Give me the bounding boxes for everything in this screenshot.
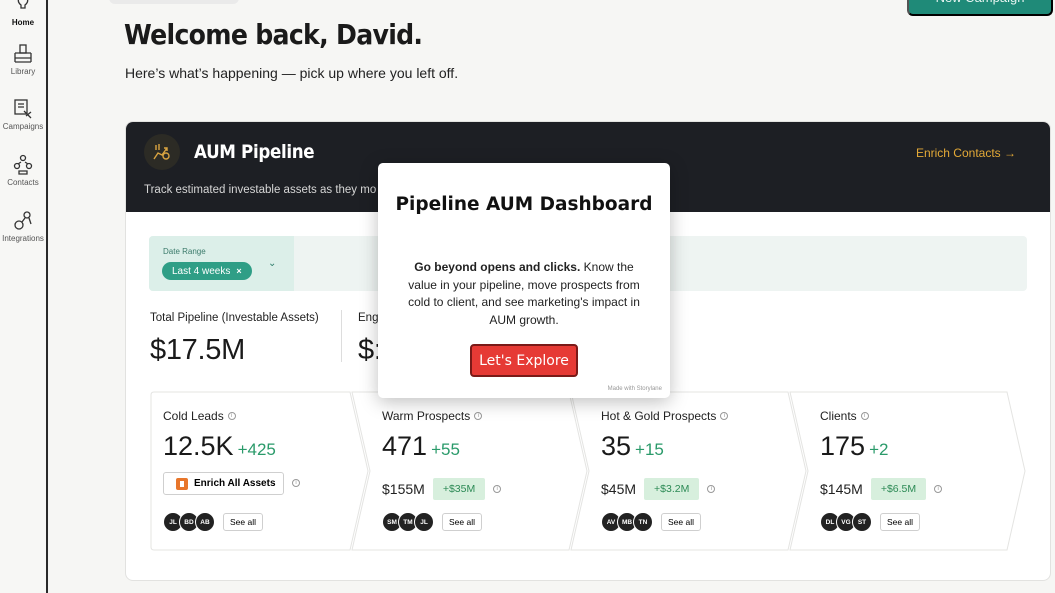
made-with-storylane[interactable]: Made with Storylane — [608, 386, 662, 392]
sidebar-item-label: Library — [10, 67, 36, 76]
see-all-button[interactable]: See all — [223, 513, 263, 531]
date-range-label: Date Range — [163, 247, 206, 256]
amount-delta-badge: +$35M — [432, 478, 486, 500]
info-icon[interactable]: i — [292, 479, 300, 487]
chip-label: Last 4 weeks — [172, 265, 231, 277]
info-icon[interactable]: i — [474, 412, 483, 420]
avatar-group: JL BD AB See all — [163, 512, 263, 532]
engagement-label: Eng — [358, 312, 379, 324]
amount-delta-badge: +$6.5M — [870, 478, 927, 500]
stage-name-text: Cold Leads — [163, 409, 224, 423]
stage-count: 35 +15 — [601, 431, 664, 462]
sidebar-item-label: Home — [11, 18, 35, 27]
stage-count: 12.5K +425 — [163, 431, 276, 462]
count-delta: +425 — [237, 440, 276, 459]
total-pipeline-label: Total Pipeline (Investable Assets) — [150, 312, 319, 324]
campaigns-icon — [14, 99, 32, 119]
modal-title: Pipeline AUM Dashboard — [395, 194, 653, 215]
avatar[interactable]: ST — [852, 512, 872, 532]
stage-amount: $45M +$3.2M i — [601, 478, 716, 500]
modal-body: Go beyond opens and clicks. Know the val… — [400, 259, 648, 329]
info-icon[interactable]: i — [707, 485, 716, 493]
info-icon[interactable]: i — [227, 412, 236, 420]
top-tab[interactable] — [109, 0, 239, 4]
info-icon[interactable]: i — [860, 412, 869, 420]
sidebar-item-integrations[interactable]: Integrations — [0, 210, 46, 243]
sidebar-item-label: Campaigns — [2, 122, 44, 131]
see-all-button[interactable]: See all — [880, 513, 920, 531]
stage-count: 471 +55 — [382, 431, 460, 462]
chart-money-icon — [144, 134, 180, 170]
info-icon[interactable]: i — [720, 412, 729, 420]
page-subtitle: Here’s what’s happening — pick up where … — [125, 65, 459, 81]
stage-name: Cold Leads i — [163, 409, 236, 423]
sidebar-item-campaigns[interactable]: Campaigns — [0, 98, 46, 131]
integrations-icon — [14, 211, 32, 230]
stage-name: Clients i — [820, 409, 869, 423]
tour-modal: Pipeline AUM Dashboard Go beyond opens a… — [378, 163, 670, 398]
avatar-group: DL VG ST See all — [820, 512, 920, 532]
stage-clients[interactable]: Clients i 175 +2 $145M +$6.5M i DL VG ST See… — [807, 391, 1022, 551]
total-pipeline-value: $17.5M — [150, 334, 245, 366]
enrich-button-label: Enrich All Assets — [194, 478, 276, 489]
count-value: 471 — [382, 431, 428, 461]
avatar[interactable]: TN — [633, 512, 653, 532]
date-range-filter[interactable]: Date Range Last 4 weeks × ⌄ — [149, 236, 294, 291]
contacts-icon — [13, 154, 33, 175]
see-all-button[interactable]: See all — [442, 513, 482, 531]
stage-name: Hot & Gold Prospects i — [601, 409, 729, 423]
stage-name: Warm Prospects i — [382, 409, 483, 423]
count-value: 35 — [601, 431, 632, 461]
stage-cold-leads[interactable]: Cold Leads i 12.5K +425 Enrich All Assets … — [150, 391, 365, 551]
enrich-contacts-link[interactable]: Enrich Contacts → — [916, 146, 1016, 160]
sidebar-item-label: Contacts — [7, 178, 39, 187]
info-icon[interactable]: i — [493, 485, 502, 493]
stage-name-text: Warm Prospects — [382, 409, 471, 423]
library-icon — [14, 44, 32, 63]
sidebar-item-home[interactable]: Home — [0, 0, 46, 27]
stage-warm-prospects[interactable]: Warm Prospects i 471 +55 $155M +$35M i SM TM… — [369, 391, 584, 551]
page-title: Welcome back, David. — [124, 18, 423, 51]
sidebar: Home Library Campaigns Contacts Integrat… — [0, 0, 48, 593]
chevron-down-icon[interactable]: ⌄ — [268, 258, 276, 269]
enrich-icon — [176, 477, 188, 490]
new-campaign-button[interactable]: New Campaign — [907, 0, 1053, 16]
amount-value: $45M — [601, 481, 637, 497]
divider — [341, 310, 342, 362]
avatar-group: SM TM JL See all — [382, 512, 482, 532]
amount-value: $145M — [820, 481, 863, 497]
date-range-chip[interactable]: Last 4 weeks × — [162, 262, 252, 280]
stage-hot-gold-prospects[interactable]: Hot & Gold Prospects i 35 +15 $45M +$3.2M i … — [588, 391, 803, 551]
amount-value: $155M — [382, 481, 425, 497]
count-value: 175 — [820, 431, 866, 461]
pipeline-stages: Cold Leads i 12.5K +425 Enrich All Assets … — [150, 391, 1028, 551]
enrich-all-assets-button[interactable]: Enrich All Assets — [163, 472, 284, 495]
see-all-button[interactable]: See all — [661, 513, 701, 531]
avatar[interactable]: JL — [414, 512, 434, 532]
sidebar-item-label: Integrations — [2, 234, 44, 243]
amount-delta-badge: +$3.2M — [644, 478, 700, 500]
count-value: 12.5K — [163, 431, 234, 461]
lets-explore-button[interactable]: Let's Explore — [470, 344, 578, 377]
info-icon[interactable]: i — [934, 485, 943, 493]
card-title: AUM Pipeline — [194, 141, 315, 163]
close-icon[interactable]: × — [236, 266, 241, 276]
sidebar-item-library[interactable]: Library — [0, 43, 46, 76]
stage-amount: $145M +$6.5M i — [820, 478, 943, 500]
count-delta: +15 — [635, 440, 664, 459]
stage-amount: $155M +$35M i — [382, 478, 502, 500]
avatar[interactable]: AB — [195, 512, 215, 532]
stage-name-text: Hot & Gold Prospects — [601, 409, 717, 423]
stage-name-text: Clients — [820, 409, 857, 423]
lightbulb-icon — [17, 0, 29, 9]
modal-body-bold: Go beyond opens and clicks. — [414, 260, 581, 274]
card-description: Track estimated investable assets as the… — [144, 184, 377, 196]
avatar-group: AV MB TN See all — [601, 512, 701, 532]
count-delta: +55 — [431, 440, 460, 459]
sidebar-item-contacts[interactable]: Contacts — [0, 154, 46, 187]
count-delta: +2 — [869, 440, 889, 459]
stage-count: 175 +2 — [820, 431, 888, 462]
